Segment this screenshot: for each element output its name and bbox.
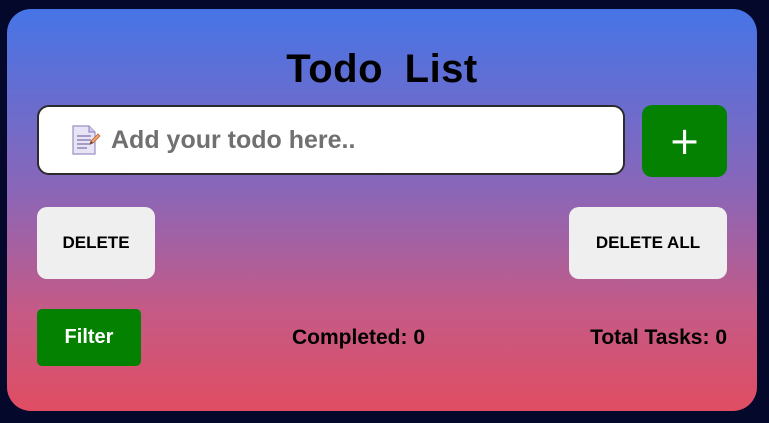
total-tasks-count: Total Tasks: 0 (590, 326, 727, 349)
page-title: Todo List (286, 47, 478, 91)
delete-button[interactable]: DELETE (37, 207, 155, 279)
todo-input[interactable] (111, 120, 591, 160)
todo-input-container[interactable] (37, 105, 625, 175)
filter-button[interactable]: Filter (37, 309, 141, 366)
todo-card: Todo List + DELETE DELETE ALL Filter Com… (7, 9, 757, 411)
notepad-icon (72, 125, 101, 155)
delete-all-button[interactable]: DELETE ALL (569, 207, 727, 279)
completed-count: Completed: 0 (292, 326, 426, 349)
add-todo-button[interactable]: + (642, 105, 727, 177)
